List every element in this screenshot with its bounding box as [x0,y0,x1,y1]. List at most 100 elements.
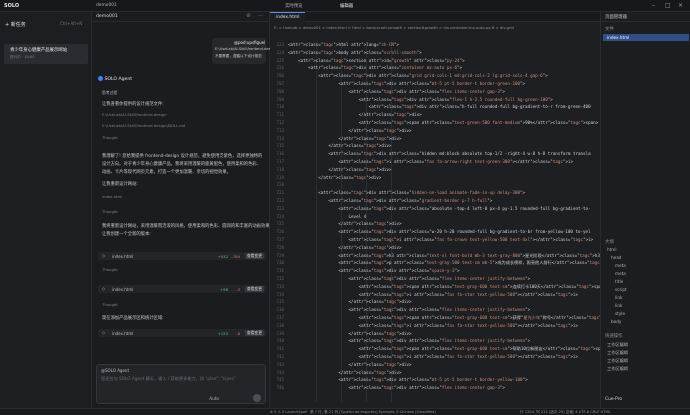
code-line[interactable]: </attr">class="tagc">div> [288,331,412,336]
tool-call[interactable]: E:\UseLab\AI-Skill\frontend-design\SKILL… [102,123,185,128]
file-change-row[interactable]: ◇ index.html +532 -789 查看变更 [98,252,266,260]
code-line[interactable]: <attr">class="tagc">div attr">class="w-2… [288,229,590,234]
status-cursor-info[interactable]: 第 7 行, 第 21 列 [TypeScript Importer] Symb… [310,410,436,415]
code-line[interactable]: <attr">class="tagc">div attr">class="mt-… [288,377,527,382]
code-line[interactable]: <attr">class="tagc">span attr">class="te… [288,120,599,125]
code-line[interactable]: <attr">class="tagc">i attr">class="fas f… [288,237,594,242]
thought-toggle[interactable]: Thought [102,209,118,214]
chat-input[interactable]: @SOLO Agent 您还在与 SOLO Agent 聊天，输入 / 获取更多… [96,364,266,404]
code-line[interactable]: </attr">class="tagc">div> [288,299,412,304]
thought-toggle[interactable]: Thought [102,302,118,307]
quick-action[interactable]: 工作区编辑 [607,350,628,356]
minimize-icon[interactable]: – [652,2,655,9]
outline-node[interactable]: link [615,295,622,300]
code-line[interactable]: <attr">class="tagc">i attr">class="fas f… [288,323,578,328]
code-line[interactable]: <attr">class="tagc">div attr">class="fle… [288,338,531,343]
quick-action[interactable]: 工作区编辑 [607,358,628,364]
code-line[interactable]: <attr">class="tagc">div attr">class="hid… [288,190,525,195]
code-line[interactable]: <attr">class="tagc">body attr">class="sc… [288,50,422,55]
outline-node[interactable]: meta [615,271,626,276]
code-line[interactable]: </attr">class="tagc">div> [288,167,391,172]
chat-text: 让我创建一个全新的版本: [102,232,151,237]
quick-action[interactable]: 工作区编辑 [607,342,628,348]
code-line[interactable]: <attr">class="tagc">div attr">class="mt-… [288,81,525,86]
thinking-toggle[interactable]: 思考过程 [102,90,117,96]
outline-node[interactable]: html [607,247,617,252]
code-line[interactable]: </attr">class="tagc">div> [288,143,391,148]
code-line[interactable]: <attr">class="tagc">div attr">class="fle… [288,276,531,281]
tool-call[interactable]: index.html [102,194,122,199]
code-line[interactable]: </attr">class="tagc">div> [288,136,401,141]
chat-menu-icon[interactable]: ⊘ ⋯ [246,13,266,19]
code-line[interactable]: <attr">class="tagc">div attr">class="fle… [288,97,553,102]
code-line[interactable]: <attr">class="tagc">h3 attr">class="text… [288,253,600,259]
send-icon[interactable] [253,394,261,402]
thought-toggle[interactable]: Thought [102,135,118,140]
code-line[interactable]: <attr">class="tagc">html attr">lang="zh-… [288,42,399,47]
close-icon[interactable]: × [678,2,683,9]
files-section-label[interactable]: 文件 [605,26,614,32]
code-line[interactable]: </attr">class="tagc">div> [288,362,412,367]
chat-input-placeholder[interactable]: 您还在与 SOLO Agent 聊天，输入 / 获取更多能力，如 "plan",… [101,376,236,382]
code-line[interactable]: <attr">class="tagc">div attr">class="hid… [288,151,590,156]
code-line[interactable]: <attr">class="tagc">div attr">class="h-f… [288,104,591,109]
tab-index-html[interactable]: index.html [270,12,306,22]
code-line[interactable]: <attr">class="tagc">i attr">class="fas f… [288,354,578,359]
line-number: 224 [276,49,284,55]
code-line[interactable]: <attr">class="tagc">i attr">class="fas f… [288,159,573,164]
code-line[interactable]: <attr">class="tagc">div attr">class="fle… [288,307,531,312]
code-line[interactable]: <attr">class="tagc">i attr">class="fas f… [288,292,578,297]
code-line[interactable]: </attr">class="tagc">div> [288,128,412,133]
outline-node[interactable]: body [611,319,621,324]
code-line[interactable]: Level 4 [288,214,367,219]
outline-node[interactable]: style [615,311,625,316]
code-line[interactable]: <attr">class="tagc">div attr">class="gri… [288,73,548,78]
file-item[interactable]: index.html [607,35,629,40]
code-line[interactable]: <attr">class="tagc">p attr">class="text-… [288,260,600,266]
tab-live-preview[interactable]: 实时预览 [285,3,303,9]
view-changes-button[interactable]: 查看变更 [244,286,264,292]
view-changes-button[interactable]: 查看变更 [244,253,264,259]
code-line[interactable]: <attr">class="tagc">div attr">class="fle… [288,89,505,94]
outline-node[interactable]: script [615,287,627,292]
code-line[interactable]: <attr">class="tagc">div attr">class="fle… [288,385,505,390]
line-number: 709 [276,96,284,102]
tab-editor[interactable]: 编辑器 [340,3,353,9]
thought-toggle[interactable]: Thought [102,267,118,272]
new-task-button[interactable]: + 新任务 [5,21,26,28]
code-line[interactable]: </attr">class="tagc">div> [288,175,381,180]
code-lines[interactable]: 223 <attr">class="tagc">html attr">lang="… [270,42,600,402]
code-line[interactable]: <attr">class="tagc">div attr">class="abs… [288,206,590,211]
code-line[interactable]: </attr">class="tagc">div> [288,370,401,375]
input-agent-tag[interactable]: @SOLO Agent [101,368,129,373]
quick-action[interactable]: 工作区编辑 [607,366,628,372]
code-line[interactable]: <attr">class="tagc">div attr">class="spa… [288,268,459,273]
file-change-row[interactable]: ◇ index.html +153 -8 查看变更 [98,329,266,337]
maximize-icon[interactable]: □ [665,2,671,9]
code-line[interactable]: <attr">class="tagc">span attr">class="te… [288,315,600,321]
tool-call[interactable]: E:\UseLab\AI-Skill\frontend-design [102,112,166,117]
code-line[interactable]: <attr">class="tagc">span attr">class="te… [288,284,600,290]
outline-node[interactable]: link [615,303,622,308]
code-line[interactable]: </attr">class="tagc">div> [288,245,401,250]
code-line[interactable]: <attr">class="tagc">div attr">class="gra… [288,198,492,203]
code-line[interactable]: </attr">class="tagc">div> [288,221,401,226]
status-encoding[interactable]: 行 1204, 列 211 (选中 20) 空格: 4 UTF-8 CRLF H… [520,410,611,415]
outline-section-label[interactable]: 大纲 [605,239,614,245]
mode-select[interactable]: Auto [209,396,219,401]
breadcrumb[interactable]: E: > UseLab > demo001 > index.html > htm… [274,25,514,30]
file-change-row[interactable]: ◇ index.html +98 -3 查看变更 [98,285,266,293]
task-item[interactable]: 青少年身心健康产品展示网站 进行中 · 10:00 [4,44,88,64]
outline-node[interactable]: head [611,255,621,260]
code-line[interactable]: <attr">class="tagc">span attr">class="te… [288,346,600,352]
project-name[interactable]: demo001 [96,3,117,8]
outline-node[interactable]: title [615,279,623,284]
quick-actions-label[interactable]: 快速操作 [605,333,623,339]
outline-node[interactable]: meta [615,263,626,268]
status-problems[interactable]: ⊗ 0 ⚠ 0 LaunchSpell [270,410,307,414]
line-number: 716 [276,151,284,157]
code-line[interactable]: <attr">class="tagc">div attr">class="con… [288,65,462,70]
view-changes-button[interactable]: 查看变更 [244,330,264,336]
code-line[interactable]: </attr">class="tagc">div> [288,112,422,117]
code-line[interactable]: <attr">class="tagc">section attr">id="gr… [288,58,465,63]
